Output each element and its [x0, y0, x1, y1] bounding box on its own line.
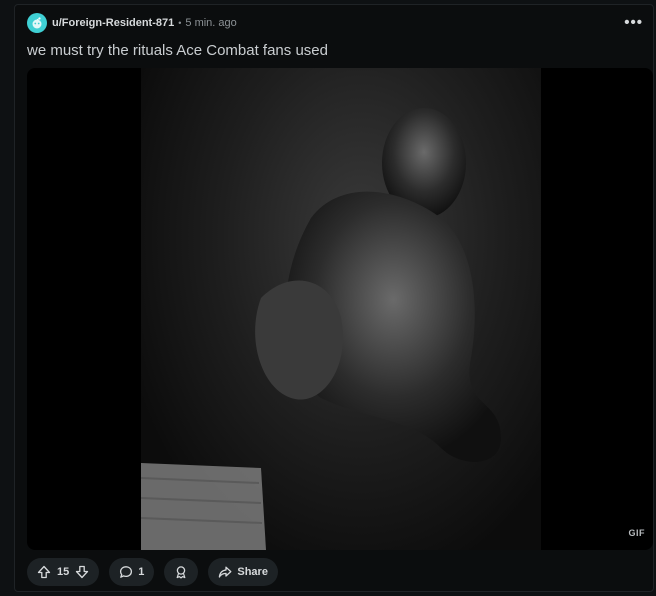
- gif-frame: [140, 68, 541, 550]
- post-media[interactable]: GIF: [27, 68, 653, 550]
- post-timestamp: 5 min. ago: [185, 17, 237, 29]
- share-arrow-icon: [219, 566, 232, 578]
- share-label: Share: [237, 566, 268, 578]
- share-button[interactable]: Share: [208, 558, 278, 586]
- post-actions: 15 1 Share: [27, 558, 278, 586]
- upvote-arrow-icon[interactable]: [37, 565, 51, 579]
- avatar[interactable]: [27, 13, 47, 33]
- downvote-arrow-icon[interactable]: [75, 565, 89, 579]
- award-ribbon-icon: [176, 566, 186, 579]
- comments-button[interactable]: 1: [109, 558, 155, 586]
- post-author-link[interactable]: u/Foreign-Resident-871: [52, 17, 174, 29]
- comment-count: 1: [138, 566, 145, 578]
- snoo-avatar-icon: [32, 17, 42, 29]
- meta-separator: •: [178, 18, 182, 28]
- gif-content-image: [140, 108, 501, 550]
- post-title[interactable]: we must try the rituals Ace Combat fans …: [27, 42, 643, 59]
- gif-badge: GIF: [628, 528, 645, 538]
- vote-bar: 15: [27, 558, 100, 586]
- award-button[interactable]: [164, 558, 199, 586]
- overflow-menu-icon[interactable]: •••: [624, 15, 643, 30]
- comment-bubble-icon: [120, 566, 133, 578]
- post-card[interactable]: u/Foreign-Resident-871 • 5 min. ago ••• …: [14, 4, 654, 592]
- post-header: u/Foreign-Resident-871 • 5 min. ago •••: [27, 11, 643, 35]
- vote-count: 15: [57, 566, 70, 578]
